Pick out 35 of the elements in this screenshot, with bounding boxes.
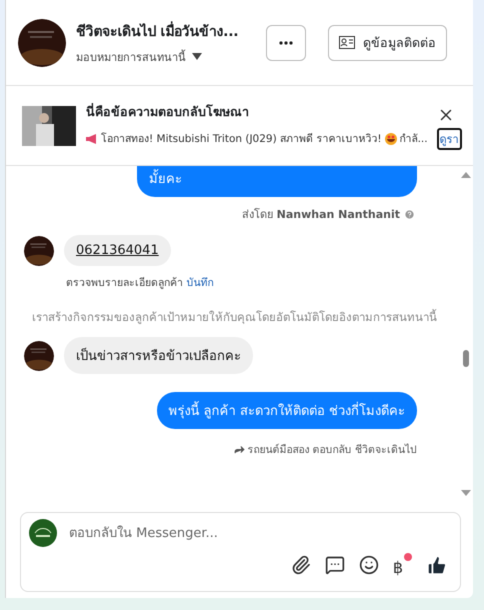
avatar (29, 519, 57, 547)
avatar (24, 340, 54, 370)
emoji-icon[interactable] (358, 555, 379, 575)
payment-button[interactable]: ฿ (392, 553, 412, 577)
save-link[interactable]: บันทึก (186, 277, 214, 289)
detected-text: ตรวจพบรายละเอียดลูกค้า บันทึก (66, 276, 214, 291)
more-icon (279, 40, 293, 44)
scrollbar-thumb[interactable] (463, 350, 469, 367)
notice-text: เราสร้างกิจกรรมของลูกค้าเป้าหมายให้กับคุณโดยอัตโนมัติโดยอิงตามการสนทนานี้ (31, 309, 438, 325)
ad-text: กำลั... (400, 132, 428, 147)
avatar (24, 236, 54, 266)
scroll-down-icon[interactable] (461, 490, 471, 496)
caret-icon (192, 53, 202, 60)
megaphone-icon (86, 134, 98, 144)
assign-dropdown[interactable]: มอบหมายการสนทนานี้ (76, 48, 202, 66)
contact-card-icon (339, 36, 355, 49)
attach-icon[interactable] (290, 555, 311, 575)
contact-info-button[interactable]: ดูข้อมูลติดต่อ (328, 24, 447, 60)
avatar (18, 18, 66, 66)
like-icon[interactable] (426, 554, 448, 576)
reply-icon (233, 443, 246, 456)
message-bubble: 0621364041 (64, 235, 171, 266)
message-bubble: เป็นข่าวสารหรือข้าวเปลือกคะ (64, 337, 253, 374)
reply-text: รถยนต์มือสอง ตอบกลับ ชีวิตจะเดินไป (247, 442, 417, 458)
message-bubble: มั้ยคะ (137, 166, 417, 197)
ad-title: นี่คือข้อความตอบกลับโฆษณา (86, 102, 249, 120)
sender-text: ส่งโดย Nanwhan Nanthanit (242, 205, 415, 223)
scroll-up-icon[interactable] (461, 172, 471, 178)
chat-icon[interactable] (324, 555, 345, 575)
help-icon[interactable] (404, 208, 415, 220)
ad-text: โอกาสทอง! Mitsubishi Triton (J029) สภาพดี ราคาเบาหวิว! (101, 132, 382, 147)
star-eyes-emoji-icon (384, 132, 397, 144)
message-bubble: พรุ่งนี้ ลูกค้า สะดวกให้ติดต่อ ช่วงกี่โมงดีคะ (156, 392, 417, 429)
view-link[interactable]: ดูรา (436, 128, 462, 150)
conversation-title: ชีวิตจะเดินไป เมื่อวันข้าง... (76, 20, 256, 42)
